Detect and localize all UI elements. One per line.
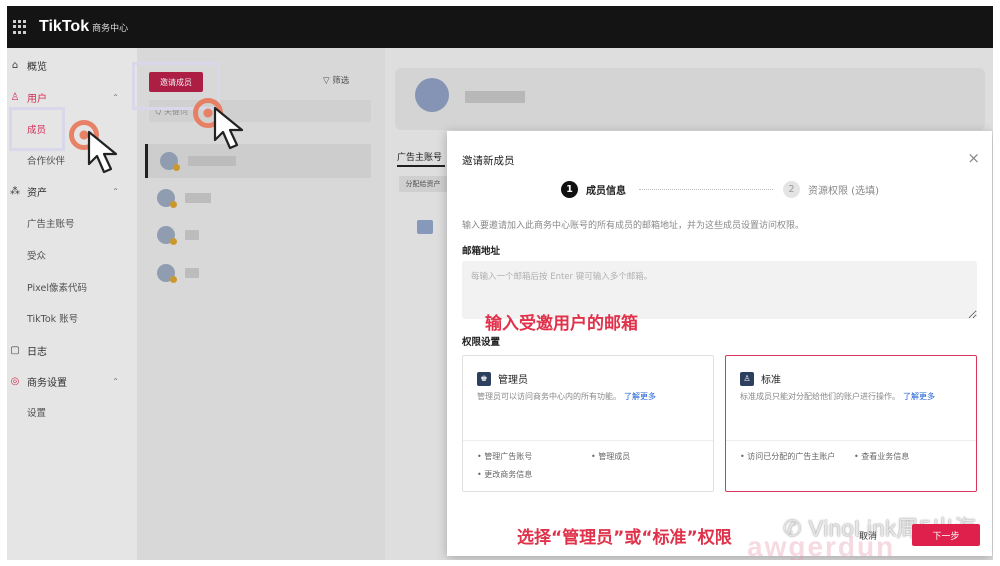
invite-member-modal: 邀请新成员 × 1 成员信息 2 资源权限 (选填) 输入要邀请加入此商务中心账… [447,131,992,560]
role-card-standard[interactable]: ♙ 标准 标准成员只能对分配给他们的账户进行操作。 了解更多 • 访问已分配的广告… [725,355,977,492]
highlight-box-members [9,107,65,151]
app-grid-icon[interactable] [13,20,27,34]
role-feature-text: 管理成员 [598,452,631,461]
permission-label: 权限设置 [462,337,501,348]
step-member-info: 1 成员信息 [561,181,626,198]
annotation-role-hint: 选择“管理员”或“标准”权限 [517,528,732,548]
step-number: 1 [561,181,578,198]
learn-more-link[interactable]: 了解更多 [624,392,656,401]
email-label: 邮箱地址 [462,246,501,257]
step-number: 2 [783,181,800,198]
step-resource-permission: 2 资源权限 (选填) [783,181,879,198]
admin-role-icon: ♚ [477,371,491,386]
standard-role-icon: ♙ [740,371,754,386]
learn-more-link[interactable]: 了解更多 [903,392,935,401]
role-name: 标准 [761,375,781,386]
role-header: ♙ 标准 [740,371,781,386]
role-feature: • 管理广告账号 [477,452,533,461]
close-icon[interactable]: × [967,149,980,167]
pointer-cursor-icon [87,130,118,174]
brand-logo: TikTok [39,18,90,35]
cancel-button[interactable]: 取消 [859,529,877,542]
step-label: 成员信息 [586,186,626,197]
role-feature-text: 管理广告账号 [484,452,533,461]
role-name: 管理员 [498,375,528,386]
divider [463,440,713,441]
role-feature-text: 访问已分配的广告主账户 [747,452,836,461]
role-description-text: 标准成员只能对分配给他们的账户进行操作。 [740,392,900,401]
next-button[interactable]: 下一步 [912,524,980,546]
role-description: 标准成员只能对分配给他们的账户进行操作。 了解更多 [740,391,935,402]
role-card-admin[interactable]: ♚ 管理员 管理员可以访问商务中心内的所有功能。 了解更多 • 管理广告账号 • … [462,355,714,492]
divider [726,440,976,441]
step-label: 资源权限 (选填) [808,186,879,197]
step-connector [639,189,773,190]
role-header: ♚ 管理员 [477,371,528,386]
role-feature: • 更改商务信息 [477,470,533,479]
role-feature: • 管理成员 [591,452,631,461]
role-feature: • 访问已分配的广告主账户 [740,452,836,461]
role-feature-text: 更改商务信息 [484,470,533,479]
modal-title: 邀请新成员 [462,155,515,167]
role-description-text: 管理员可以访问商务中心内的所有功能。 [477,392,621,401]
brand-subtitle: 商务中心 [92,23,129,34]
screenshot-frame: TikTok 商务中心 ⌂ 概览 ♙ 用户 ⌃ 成员 合作伙伴 ⁂ 资产 ⌃ 广… [7,6,993,560]
annotation-email-hint: 输入受邀用户的邮箱 [485,314,638,334]
pointer-cursor-icon [213,106,244,150]
role-feature-text: 查看业务信息 [861,452,910,461]
role-description: 管理员可以访问商务中心内的所有功能。 了解更多 [477,391,656,402]
top-bar: TikTok 商务中心 [7,6,993,48]
modal-intro-text: 输入要邀请加入此商务中心账号的所有成员的邮箱地址，并为这些成员设置访问权限。 [462,221,805,231]
role-feature: • 查看业务信息 [854,452,910,461]
